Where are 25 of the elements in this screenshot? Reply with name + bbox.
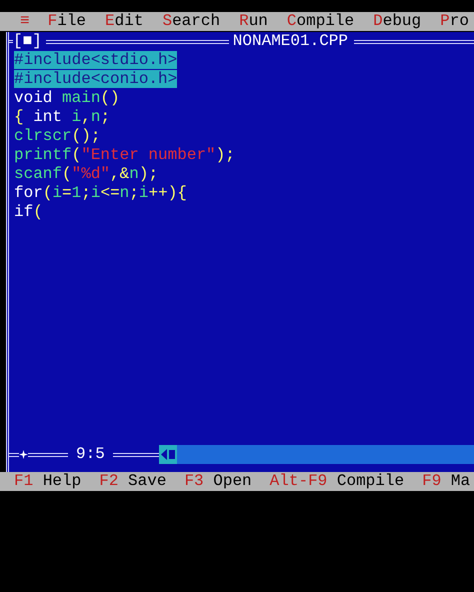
scroll-left-icon[interactable] <box>158 445 177 464</box>
window-title: NONAME01.CPP <box>232 32 348 51</box>
close-box[interactable]: [■] <box>13 32 42 51</box>
horizontal-scrollbar[interactable] <box>158 445 474 464</box>
menu-item[interactable]: Compile <box>286 12 354 31</box>
code-line: scanf("%d",&n); <box>14 165 158 183</box>
shortcut-hint[interactable]: F1 Help <box>14 472 82 491</box>
menu-item[interactable]: Search <box>162 12 220 31</box>
shortcut-hint[interactable]: F9 Ma <box>422 472 470 491</box>
menu-item[interactable]: Pro <box>440 12 469 31</box>
menu-item[interactable]: Debug <box>373 12 422 31</box>
shortcut-hint[interactable]: F3 Open <box>184 472 252 491</box>
menu-item[interactable]: Edit <box>105 12 144 31</box>
code-line: if( <box>14 203 43 221</box>
code-line: printf("Enter number"); <box>14 146 235 164</box>
cursor-position: 9:5 <box>76 445 105 464</box>
code-line: { int i,n; <box>14 108 110 126</box>
shortcut-hint[interactable]: F2 Save <box>99 472 166 491</box>
star-icon <box>19 450 28 459</box>
shortcut-hint[interactable]: Alt-F9 Compile <box>270 472 404 491</box>
code-line: for(i=1;i<=n;i++){ <box>14 184 187 202</box>
code-line: void main() <box>14 89 120 107</box>
code-line: clrscr(); <box>14 127 100 145</box>
menu-item[interactable]: Run <box>239 12 268 31</box>
menu-item[interactable]: File <box>48 12 86 31</box>
